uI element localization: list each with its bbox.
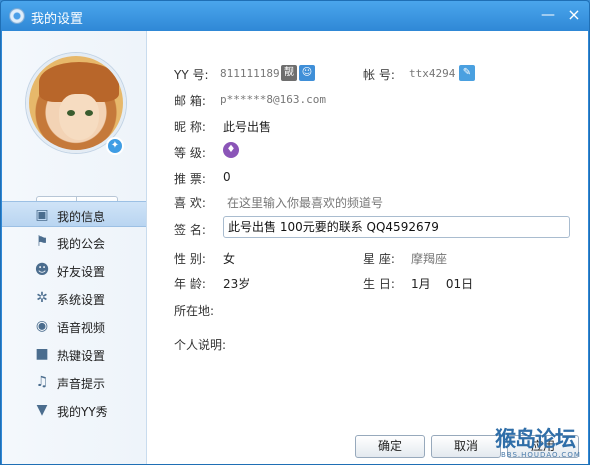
sidebar-item-my-info[interactable]: ▣ 我的信息 bbox=[2, 201, 146, 227]
avatar-eye bbox=[85, 110, 93, 116]
premium-number-badge-icon: 靓 bbox=[281, 65, 297, 81]
sidebar-item-voice-video[interactable]: ◉ 语音视频 bbox=[2, 313, 146, 339]
webcam-icon: ◉ bbox=[35, 318, 49, 334]
window-client-area: ✦ 头像 名片 ▣ 我的信息 ⚑ 我的公会 ☻ 好友设置 ✲ 系统设置 bbox=[2, 31, 588, 464]
forum-watermark: 猴岛论坛 BBS.HOUDAO.COM bbox=[495, 423, 589, 465]
yy-number-value: 811111189 bbox=[220, 67, 280, 80]
gear-icon: ✲ bbox=[36, 290, 48, 306]
sidebar-item-label: 好友设置 bbox=[57, 265, 106, 279]
sidebar-item-label: 热键设置 bbox=[57, 349, 106, 363]
minimize-button[interactable]: — bbox=[537, 5, 559, 25]
bio-label: 个人说明: bbox=[174, 338, 227, 352]
sidebar-item-sound-alerts[interactable]: ♫ 声音提示 bbox=[2, 369, 146, 395]
avatar-eye bbox=[67, 110, 75, 116]
zodiac-label: 星 座: bbox=[363, 252, 395, 266]
bird-icon[interactable]: ✦ bbox=[106, 137, 124, 155]
settings-gear-icon bbox=[9, 8, 25, 24]
birthday-label: 生 日: bbox=[363, 277, 395, 291]
cancel-button[interactable]: 取消 bbox=[431, 435, 501, 458]
sidebar-item-hotkeys[interactable]: ■ 热键设置 bbox=[2, 341, 146, 367]
sidebar-item-my-guild[interactable]: ⚑ 我的公会 bbox=[2, 229, 146, 255]
level-label: 等 级: bbox=[174, 146, 206, 160]
favorite-channel-input[interactable]: 在这里输入你最喜欢的频道号 bbox=[227, 194, 383, 211]
favorite-label: 喜 欢: bbox=[174, 196, 206, 210]
email-label: 邮 箱: bbox=[174, 94, 206, 108]
keyboard-icon: ■ bbox=[35, 346, 49, 362]
nickname-label: 昵 称: bbox=[174, 120, 206, 134]
window-title: 我的设置 bbox=[31, 12, 84, 27]
settings-window: 我的设置 — × ✦ 头像 名片 ▣ 我的信息 ⚑ 我的公会 bbox=[0, 0, 590, 465]
ok-button[interactable]: 确定 bbox=[355, 435, 425, 458]
tickets-value: 0 bbox=[223, 170, 231, 184]
age-value: 23岁 bbox=[223, 277, 251, 291]
yy-number-label: YY 号: bbox=[174, 68, 209, 82]
sidebar-item-friend-settings[interactable]: ☻ 好友设置 bbox=[2, 257, 146, 283]
gender-value: 女 bbox=[223, 252, 236, 266]
sidebar-item-label: 我的信息 bbox=[57, 210, 106, 224]
gender-label: 性 别: bbox=[174, 252, 206, 266]
nickname-value: 此号出售 bbox=[223, 120, 272, 134]
title-bar[interactable]: 我的设置 — × bbox=[1, 1, 589, 31]
account-value: ttx4294 bbox=[409, 67, 456, 80]
level-badge-icon: ♦ bbox=[223, 142, 239, 158]
email-value: p******8@163.com bbox=[220, 93, 326, 106]
sidebar: ✦ 头像 名片 ▣ 我的信息 ⚑ 我的公会 ☻ 好友设置 ✲ 系统设置 bbox=[2, 31, 147, 464]
sidebar-item-label: 系统设置 bbox=[57, 293, 106, 307]
sidebar-item-my-yy-show[interactable]: ▼ 我的YY秀 bbox=[2, 397, 146, 423]
account-label: 帐 号: bbox=[363, 68, 395, 82]
sidebar-item-label: 语音视频 bbox=[57, 321, 106, 335]
avatar-face bbox=[59, 94, 99, 140]
music-note-icon: ♫ bbox=[35, 374, 49, 390]
shirt-icon: ▼ bbox=[36, 402, 48, 418]
zodiac-value: 摩羯座 bbox=[411, 252, 448, 266]
sidebar-item-label: 我的YY秀 bbox=[57, 405, 108, 419]
tickets-label: 推 票: bbox=[174, 172, 206, 186]
location-label: 所在地: bbox=[174, 304, 215, 318]
close-button[interactable]: × bbox=[563, 5, 585, 25]
sidebar-item-label: 声音提示 bbox=[57, 377, 106, 391]
signature-label: 签 名: bbox=[174, 223, 206, 237]
edit-icon[interactable]: ✎ bbox=[459, 65, 475, 81]
profile-card-icon: ▣ bbox=[35, 207, 49, 223]
birthday-value: 1月 01日 bbox=[411, 277, 474, 291]
watermark-text: 猴岛论坛 bbox=[495, 426, 576, 451]
age-label: 年 龄: bbox=[174, 277, 206, 291]
user-card-icon[interactable]: ☺ bbox=[299, 65, 315, 81]
friend-settings-icon: ☻ bbox=[34, 262, 50, 278]
profile-panel: YY 号: 811111189 靓 ☺ 帐 号: ttx4294 ✎ 邮 箱: … bbox=[147, 31, 588, 464]
flag-icon: ⚑ bbox=[35, 234, 49, 250]
signature-input[interactable]: 此号出售 100元要的联系 QQ4592679 bbox=[223, 216, 570, 238]
sidebar-item-label: 我的公会 bbox=[57, 237, 106, 251]
watermark-url: BBS.HOUDAO.COM bbox=[501, 451, 581, 459]
sidebar-item-system-settings[interactable]: ✲ 系统设置 bbox=[2, 285, 146, 311]
